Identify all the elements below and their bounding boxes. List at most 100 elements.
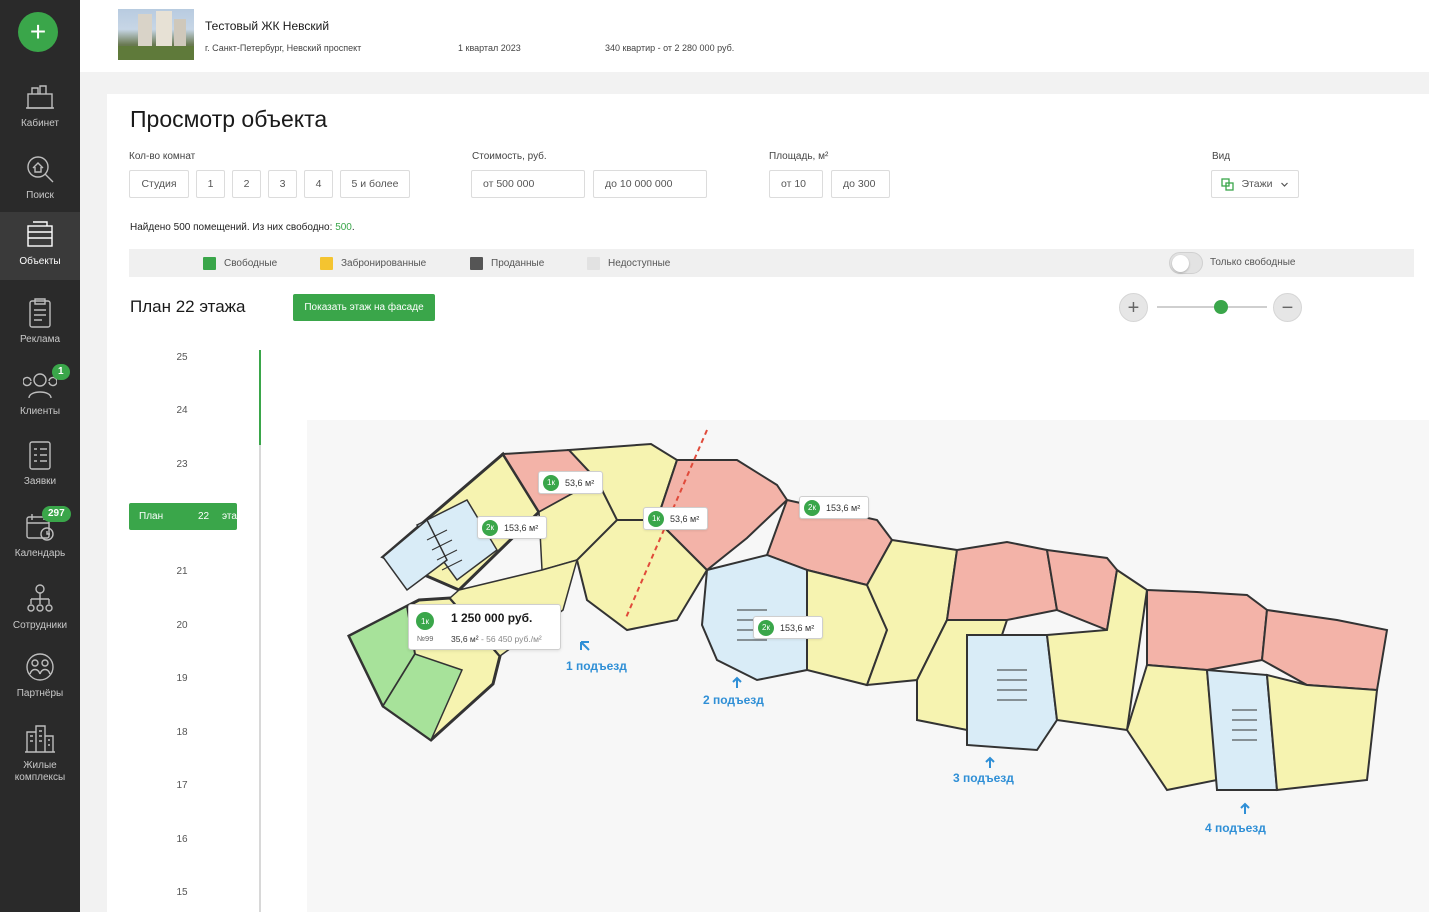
show-floor-on-facade-button[interactable]: Показать этаж на фасаде (293, 294, 435, 321)
sidebar-item-employees[interactable]: Сотрудники (0, 576, 80, 646)
legend-free: Свободные (203, 257, 277, 270)
sidebar-item-label: Кабинет (20, 118, 60, 129)
rooms-badge: 1к (543, 474, 559, 491)
project-date: 1 квартал 2023 (458, 43, 521, 53)
view-select[interactable]: Этажи (1211, 170, 1299, 198)
floor-item[interactable]: 15 (167, 887, 197, 898)
sidebar-item-label: Поиск (26, 190, 54, 201)
search-house-icon (27, 156, 54, 183)
flat-marker-area: 153,6 м² (504, 522, 539, 533)
view-label: Вид (1212, 151, 1231, 162)
rooms-1-button[interactable]: 1 (196, 170, 225, 198)
flat-marker[interactable]: 2к 153,6 м² (477, 516, 548, 539)
chevron-down-icon (1281, 182, 1289, 187)
flat-marker-area: 53,6 м² (565, 477, 595, 488)
rooms-3-button[interactable]: 3 (268, 170, 297, 198)
rooms-studio-button[interactable]: Студия (129, 170, 189, 198)
clipboard-icon (29, 298, 51, 328)
legend-sold: Проданные (470, 257, 544, 270)
price-to-input[interactable]: до 10 000 000 (593, 170, 707, 198)
floor-scrollbar-thumb[interactable] (259, 350, 261, 445)
floor-item[interactable]: 16 (167, 834, 197, 845)
floor-item[interactable]: 18 (167, 727, 197, 738)
sidebar-item-cabinet[interactable]: Кабинет (0, 74, 80, 144)
zoom-in-button[interactable]: + (1119, 293, 1148, 322)
cabinet-icon (26, 85, 54, 109)
sidebar-item-label: Партнёры (16, 688, 64, 699)
found-summary: Найдено 500 помещений. Из них свободно: … (130, 222, 355, 233)
price-from-input[interactable]: от 500 000 (471, 170, 585, 198)
floor-item-selected[interactable]: План 22 этажа (129, 503, 249, 530)
plus-icon: + (1127, 296, 1140, 319)
toggle-knob (1172, 255, 1189, 272)
floor-item[interactable]: 24 (167, 405, 197, 416)
sidebar-item-calendar[interactable]: Календарь 297 (0, 504, 80, 574)
legend-label: Свободные (224, 258, 278, 269)
entrance-label: 1 подъезд (566, 659, 627, 673)
flat-marker[interactable]: 2к 153,6 м² (799, 496, 870, 519)
area-to-input[interactable]: до 300 (831, 170, 890, 198)
floor-item[interactable]: 23 (167, 459, 197, 470)
floor-item[interactable]: 20 (167, 620, 197, 631)
flat-area-value: 35,6 м² (451, 634, 479, 644)
partners-icon (26, 653, 54, 681)
rooms-badge: 1к (416, 612, 434, 630)
project-title[interactable]: Тестовый ЖК Невский (205, 19, 329, 33)
flat-sold (1146, 588, 1269, 672)
plan-title: План 22 этажа (130, 297, 246, 316)
zoom-slider-track[interactable] (1157, 306, 1267, 308)
project-address: г. Санкт-Петербург, Невский проспект (205, 43, 362, 53)
buildings-icon (25, 725, 55, 753)
floor-item[interactable]: 25 (167, 352, 197, 363)
zoom-out-button[interactable]: − (1273, 293, 1302, 322)
flat-marker[interactable]: 1к 53,6 м² (643, 507, 709, 530)
area-from-input[interactable]: от 10 (769, 170, 823, 198)
project-thumbnail[interactable] (118, 9, 194, 60)
minus-icon: − (1281, 296, 1294, 319)
page-title: Просмотр объекта (130, 106, 328, 132)
legend-unavailable: Недоступные (587, 257, 670, 270)
zoom-slider-handle[interactable] (1214, 300, 1228, 314)
floor-item[interactable]: 17 (167, 780, 197, 791)
sidebar-item-search[interactable]: Поиск (0, 146, 80, 216)
sidebar-item-ads[interactable]: Реклама (0, 290, 80, 360)
sidebar-item-requests[interactable]: Заявки (0, 432, 80, 502)
sidebar-item-label: Календарь (14, 548, 66, 559)
flat-sold (1045, 548, 1119, 632)
only-free-toggle[interactable] (1169, 252, 1203, 274)
rooms-label: Кол-во комнат (129, 151, 196, 162)
flat-sold (945, 540, 1059, 621)
floor-item[interactable]: 19 (167, 673, 197, 684)
rooms-badge: 2к (758, 619, 774, 636)
legend-label: Недоступные (608, 258, 671, 269)
floor-plan[interactable]: 1к 53,6 м² 2к 153,6 м² 1к 53,6 м² 2к 153,6 м… (307, 420, 1429, 912)
price-label: Стоимость, руб. (472, 151, 547, 162)
rooms-badge: 2к (482, 519, 498, 536)
sidebar-item-complexes[interactable]: Жилые комплексы (0, 716, 80, 786)
entrance-label: 3 подъезд (953, 771, 1014, 785)
add-button[interactable]: + (18, 12, 58, 52)
flat-tooltip[interactable]: 1к 1 250 000 руб. №99 35,6 м² - 56 450 р… (408, 604, 561, 650)
floor-plan-drawing (347, 429, 1389, 814)
flat-marker[interactable]: 2к 153,6 м² (753, 616, 824, 639)
rooms-2-button[interactable]: 2 (232, 170, 261, 198)
project-header: Тестовый ЖК Невский г. Санкт-Петербург, … (80, 0, 1429, 72)
sidebar-item-label: Сотрудники (12, 620, 68, 631)
clients-badge: 1 (52, 364, 70, 380)
flat-marker[interactable]: 1к 53,6 м² (538, 471, 604, 494)
rooms-4-button[interactable]: 4 (304, 170, 333, 198)
floor-item[interactable]: 21 (167, 566, 197, 577)
sidebar-item-partners[interactable]: Партнёры (0, 644, 80, 714)
legend-label: Забронированные (341, 258, 427, 269)
free-count: 500 (335, 222, 352, 233)
rooms-5plus-button[interactable]: 5 и более (340, 170, 410, 198)
sidebar-item-objects[interactable]: Объекты (0, 212, 80, 280)
sidebar-item-label: Объекты (19, 256, 61, 267)
entrance-label: 4 подъезд (1205, 821, 1266, 835)
sidebar-item-clients[interactable]: Клиенты 1 (0, 362, 80, 432)
floors-icon (1220, 177, 1234, 191)
sidebar: + Кабинет Поиск Объекты Реклама Клиенты … (0, 0, 80, 912)
legend-swatch (320, 257, 333, 270)
object-view-card: Просмотр объекта Кол-во комнат Студия 1 … (107, 94, 1429, 912)
sidebar-item-label: Реклама (19, 334, 61, 345)
